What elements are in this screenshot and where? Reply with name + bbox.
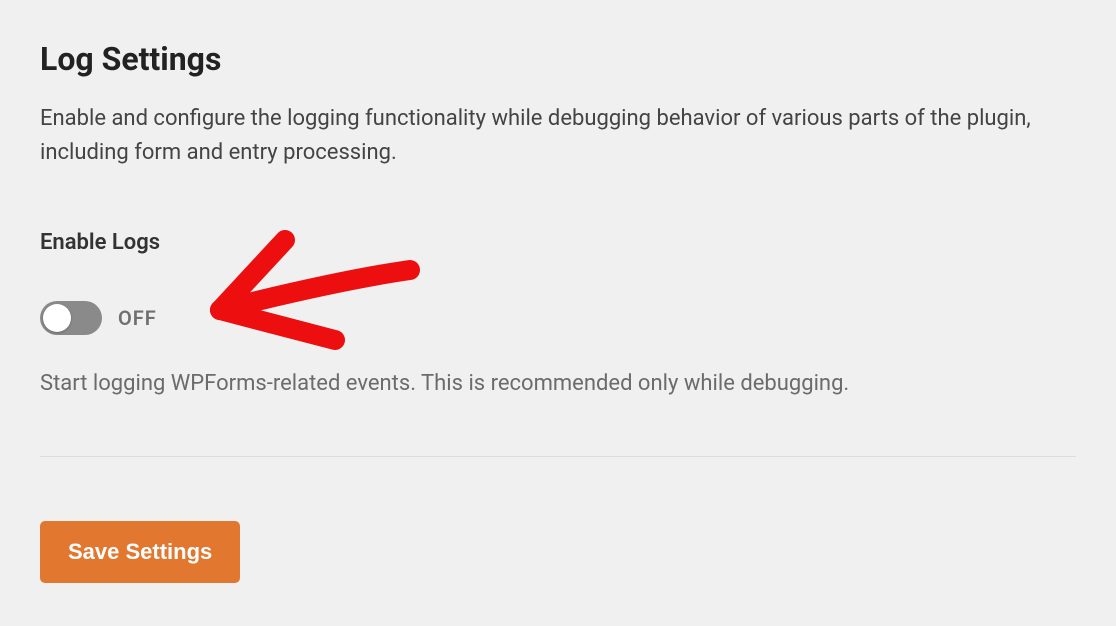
enable-logs-help: Start logging WPForms-related events. Th… [40, 371, 1076, 396]
section-divider [40, 456, 1076, 457]
enable-logs-state: OFF [118, 306, 157, 330]
page-title: Log Settings [40, 40, 1076, 78]
enable-logs-label: Enable Logs [40, 230, 1076, 255]
page-description: Enable and configure the logging functio… [40, 102, 1060, 170]
save-settings-button[interactable]: Save Settings [40, 521, 240, 583]
toggle-knob-icon [43, 304, 71, 332]
enable-logs-toggle[interactable] [40, 301, 102, 335]
